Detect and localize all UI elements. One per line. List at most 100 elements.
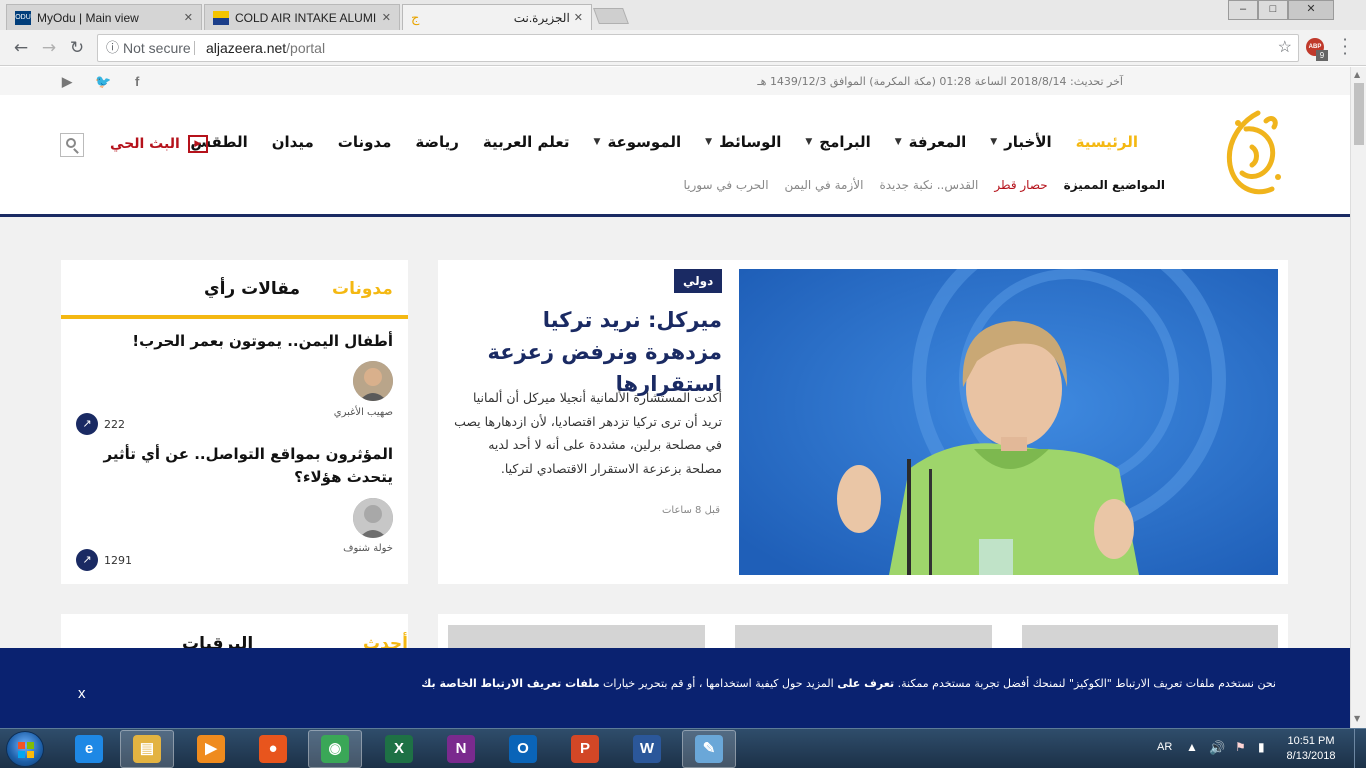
forward-icon[interactable]: → (38, 38, 60, 58)
site-header: الرئيسية الأخبار ▼ المعرفة ▼ البرامج ▼ الوس… (0, 95, 1350, 217)
excel-icon: X (385, 735, 413, 763)
author-name[interactable]: خولة شنوف (343, 543, 393, 554)
nav-knowledge[interactable]: المعرفة ▼ (895, 133, 966, 151)
count-value: 222 (104, 417, 125, 431)
browser-tab-bar: ODU MyOdu | Main view ✕ COLD AIR INTAKE … (0, 0, 1366, 30)
taskbar-button[interactable]: P (558, 730, 612, 768)
cookie-text-2: المزيد حول كيفية استخدامها ، أو قم بتحري… (603, 677, 834, 690)
topic-link[interactable]: القدس.. نكبة جديدة (879, 178, 978, 192)
blog-title[interactable]: المؤثرون بمواقع التواصل.. عن أي تأثير يت… (83, 443, 393, 489)
network-icon[interactable]: ▮ (1258, 740, 1265, 768)
taskbar-button[interactable]: ✎ (682, 730, 736, 768)
avatar[interactable] (353, 498, 393, 538)
browser-menu-icon[interactable]: · · · (1338, 32, 1352, 62)
aljazeera-icon: ج (411, 9, 420, 25)
cookie-text: نحن نستخدم ملفات تعريف الارتباط "الكوكيز… (421, 677, 1276, 690)
featured-time: قبل 8 ساعات (662, 505, 720, 516)
topic-link[interactable]: الأزمة في اليمن (785, 178, 864, 192)
nav-label: الموسوعة (607, 133, 682, 151)
aljazeera-logo[interactable] (1212, 101, 1288, 205)
taskbar-button[interactable]: e (62, 730, 116, 768)
back-icon[interactable]: ← (10, 38, 32, 58)
address-bar[interactable]: ⓘ Not secure aljazeera.net/portal ☆ (97, 34, 1299, 62)
featured-story: دولي ميركل: نريد تركيا مزدهرة ونرفض زعزع… (438, 260, 1288, 584)
url-host: aljazeera.net (206, 40, 287, 56)
taskbar-button[interactable]: ▤ (120, 730, 174, 768)
taskbar-button[interactable]: ◉ (308, 730, 362, 768)
action-center-icon[interactable]: ⚑ (1235, 740, 1246, 768)
tab-blogs[interactable]: مدونات (332, 279, 393, 299)
tray-expand-icon[interactable]: ▲ (1186, 740, 1198, 768)
cookie-learn-link[interactable]: تعرف على (837, 677, 894, 690)
reload-icon[interactable]: ↻ (66, 38, 88, 58)
maximize-button[interactable]: □ (1258, 0, 1288, 20)
nav-label: الأخبار (1004, 133, 1052, 151)
trending-icon: ↗ (76, 549, 98, 571)
system-clock[interactable]: 10:51 PM 8/13/2018 (1276, 734, 1346, 764)
tab-myodu[interactable]: ODU MyOdu | Main view ✕ (6, 4, 202, 30)
taskbar-button[interactable]: ▶ (184, 730, 238, 768)
nav-sport[interactable]: رياضة (415, 133, 459, 151)
taskbar-button[interactable]: ● (246, 730, 300, 768)
show-desktop-button[interactable] (1354, 729, 1366, 768)
nav-blogs[interactable]: مدونات (338, 133, 392, 151)
scroll-up-icon[interactable]: ▲ (1354, 70, 1360, 79)
nav-label: المعرفة (908, 133, 967, 151)
clock-time: 10:51 PM (1287, 735, 1335, 747)
tab-cold-air-intake[interactable]: COLD AIR INTAKE ALUMI ✕ (204, 4, 400, 30)
minimize-button[interactable]: – (1228, 0, 1258, 20)
topic-link[interactable]: الحرب في سوريا (683, 178, 768, 192)
nav-learn-arabic[interactable]: تعلم العربية (483, 133, 570, 151)
close-window-button[interactable]: ✕ (1288, 0, 1334, 20)
tab-opinion[interactable]: مقالات رأي (204, 279, 300, 299)
taskbar-button[interactable]: N (434, 730, 488, 768)
nav-label: الوسائط (719, 133, 782, 151)
nav-label: تعلم العربية (482, 133, 570, 151)
url-path: /portal (286, 40, 326, 56)
tab-title: COLD AIR INTAKE ALUMI (235, 10, 377, 25)
start-button[interactable] (6, 731, 44, 767)
nav-media[interactable]: الوسائط ▼ (705, 133, 781, 151)
tab-aljazeera[interactable]: ج الجزيرة.نت ✕ (402, 4, 592, 30)
nav-news[interactable]: الأخبار ▼ (990, 133, 1051, 151)
url-text: aljazeera.net/portal (206, 35, 325, 61)
word-icon: W (633, 735, 661, 763)
info-icon[interactable]: ⓘ (106, 35, 119, 61)
nav-home[interactable]: الرئيسية (1076, 133, 1138, 151)
live-stream-button[interactable]: ▶ البث الحي (110, 135, 208, 153)
scroll-down-icon[interactable]: ▼ (1354, 714, 1360, 723)
tab-close-icon[interactable]: ✕ (382, 11, 391, 24)
search-icon[interactable] (60, 133, 84, 157)
youtube-icon[interactable]: ▶ (62, 74, 72, 90)
chevron-down-icon: ▼ (593, 137, 601, 147)
featured-topics-label: المواضيع المميزة (1063, 178, 1165, 192)
nav-encyclopedia[interactable]: الموسوعة ▼ (594, 133, 682, 151)
language-indicator[interactable]: AR (1157, 741, 1172, 768)
topic-link[interactable]: حصار قطر (994, 178, 1047, 192)
blog-title[interactable]: أطفال اليمن.. يموتون بعمر الحرب! (83, 330, 393, 353)
author-name[interactable]: صهيب الأغبري (334, 407, 393, 418)
cookie-settings-link[interactable]: ملفات تعريف الارتباط الخاصة بك (421, 677, 599, 690)
odu-icon: ODU (15, 10, 31, 25)
tab-close-icon[interactable]: ✕ (574, 11, 583, 24)
bookmark-star-icon[interactable]: ☆ (1278, 35, 1292, 61)
new-tab-button[interactable] (593, 8, 629, 24)
taskbar-button[interactable]: O (496, 730, 550, 768)
featured-photo[interactable] (739, 269, 1278, 575)
featured-description: أكدت المستشارة الألمانية أنجيلا ميركل أن… (454, 390, 722, 476)
scroll-thumb[interactable] (1354, 83, 1364, 145)
twitter-icon[interactable]: 🐦 (95, 74, 111, 90)
tab-close-icon[interactable]: ✕ (184, 11, 193, 24)
page-scrollbar[interactable]: ▲ ▼ (1350, 67, 1366, 728)
avatar[interactable] (353, 361, 393, 401)
nav-programs[interactable]: البرامج ▼ (805, 133, 870, 151)
cookie-close-button[interactable]: x (78, 685, 86, 702)
window-controls: – □ ✕ (1228, 0, 1334, 20)
chevron-down-icon: ▼ (894, 137, 902, 147)
facebook-icon[interactable]: f (135, 74, 139, 89)
volume-icon[interactable]: 🔊 (1209, 740, 1225, 768)
taskbar-button[interactable]: W (620, 730, 674, 768)
taskbar-button[interactable]: X (372, 730, 426, 768)
category-badge[interactable]: دولي (674, 269, 723, 293)
nav-midan[interactable]: ميدان (272, 133, 314, 151)
